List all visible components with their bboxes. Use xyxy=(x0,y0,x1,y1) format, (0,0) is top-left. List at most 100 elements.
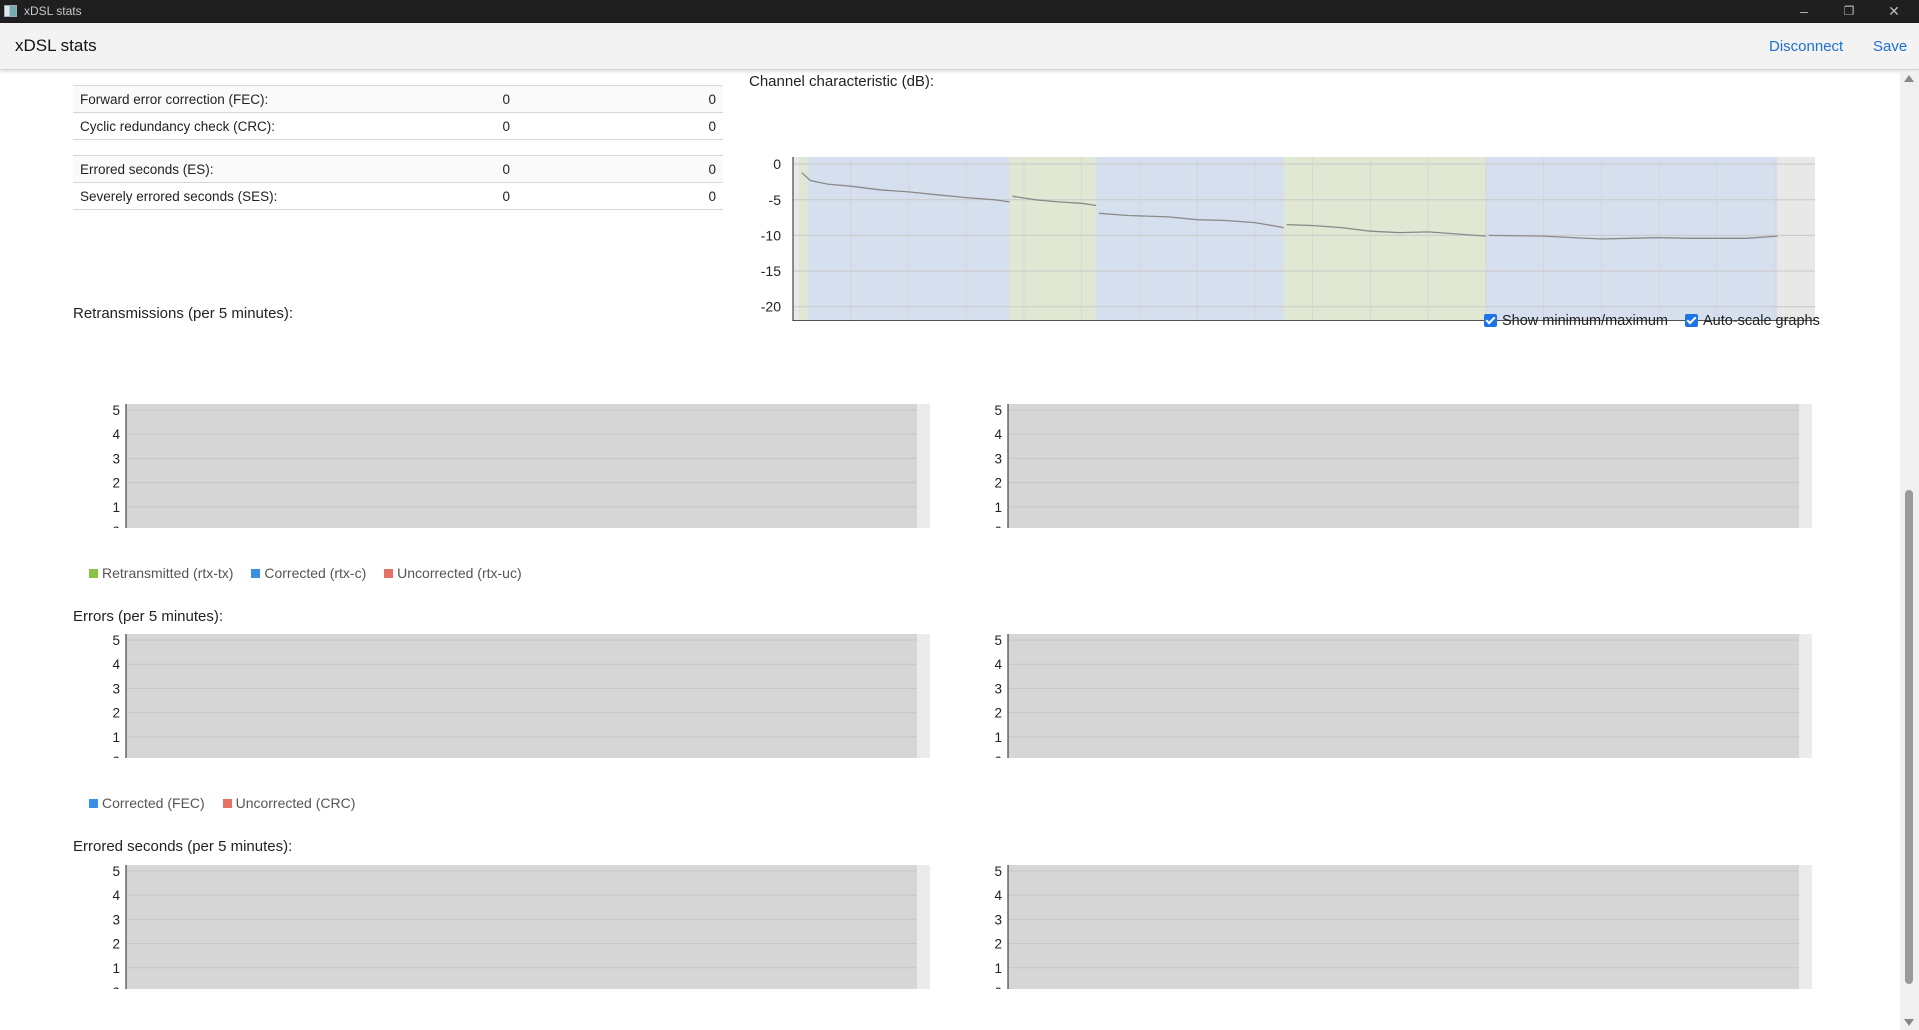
y-tick-label: 0 xyxy=(112,754,120,758)
y-tick-label: 5 xyxy=(994,633,1002,648)
row-label: Cyclic redundancy check (CRC): xyxy=(73,112,450,140)
close-icon[interactable]: ✕ xyxy=(1874,1,1914,22)
legend-label: Corrected (rtx-c) xyxy=(264,565,367,581)
legend-swatch-blue xyxy=(89,799,98,808)
y-tick-label: 0 xyxy=(994,754,1002,758)
y-tick-label: 5 xyxy=(994,403,1002,418)
y-tick-label: 1 xyxy=(112,730,120,745)
es-ses-table: Errored seconds (ES): 0 0 Severely error… xyxy=(73,155,723,210)
y-tick-label: 4 xyxy=(994,657,1002,672)
y-tick-label: 0 xyxy=(994,524,1002,528)
y-tick-label: 0 xyxy=(112,524,120,528)
legend-swatch-red xyxy=(222,799,232,808)
y-tick-label: -20 xyxy=(761,299,781,315)
plot-fill xyxy=(126,865,917,989)
errored-seconds-chart-upstream: 54321024 h22 h20 h18 h16 h14 h12 h10 h8 … xyxy=(994,864,1812,989)
plot-fill xyxy=(126,404,917,528)
y-tick-label: 2 xyxy=(994,476,1002,491)
y-tick-label: 3 xyxy=(112,912,120,927)
legend-label: Uncorrected (rtx-uc) xyxy=(397,565,522,581)
legend-label: Retransmitted (rtx-tx) xyxy=(102,565,234,581)
frequency-band xyxy=(1096,157,1284,321)
y-tick-label: 4 xyxy=(112,888,120,903)
y-tick-label: 1 xyxy=(994,500,1002,515)
row-value: 0 xyxy=(450,112,510,140)
y-tick-label: 3 xyxy=(994,451,1002,466)
frequency-band xyxy=(1485,157,1778,321)
table-row: Severely errored seconds (SES): 0 0 xyxy=(73,182,723,210)
main-content: Forward error correction (FEC): 0 0 Cycl… xyxy=(0,71,1900,1030)
scroll-up-icon[interactable] xyxy=(1904,75,1914,82)
channel-chart-title: Channel characteristic (dB): xyxy=(749,73,935,90)
row-value: 0 xyxy=(510,85,723,113)
frequency-band xyxy=(798,157,808,321)
errors-legend: Corrected (FEC) Uncorrected (CRC) xyxy=(89,795,369,811)
retransmissions-title: Retransmissions (per 5 minutes): xyxy=(73,305,294,322)
disconnect-button[interactable]: Disconnect xyxy=(1769,38,1843,55)
y-tick-label: 5 xyxy=(112,403,120,418)
y-tick-label: 3 xyxy=(112,681,120,696)
plot-fill xyxy=(1008,634,1799,758)
show-minmax-checkbox[interactable]: Show minimum/maximum xyxy=(1484,313,1668,329)
page-title: xDSL stats xyxy=(15,36,97,55)
plot-fill xyxy=(1008,404,1799,528)
y-tick-label: 3 xyxy=(994,681,1002,696)
retransmissions-chart-downstream: 54321024 h22 h20 h18 h16 h14 h12 h10 h8 … xyxy=(112,403,930,528)
y-tick-label: 4 xyxy=(994,888,1002,903)
save-button[interactable]: Save xyxy=(1873,38,1907,55)
scroll-down-icon[interactable] xyxy=(1904,1019,1914,1026)
row-label: Errored seconds (ES): xyxy=(73,155,450,183)
show-minmax-label: Show minimum/maximum xyxy=(1502,313,1668,329)
retransmissions-legend: Retransmitted (rtx-tx) Corrected (rtx-c)… xyxy=(89,565,536,581)
legend-swatch-red xyxy=(384,569,394,578)
errors-chart-downstream: 54321024 h22 h20 h18 h16 h14 h12 h10 h8 … xyxy=(112,633,930,758)
errored-seconds-chart-downstream: 54321024 h22 h20 h18 h16 h14 h12 h10 h8 … xyxy=(112,864,930,989)
errors-chart-upstream: 54321024 h22 h20 h18 h16 h14 h12 h10 h8 … xyxy=(994,633,1812,758)
vertical-scrollbar[interactable] xyxy=(1900,71,1919,1030)
y-tick-label: 1 xyxy=(112,500,120,515)
autoscale-checkbox[interactable]: Auto-scale graphs xyxy=(1685,313,1820,329)
minimize-icon[interactable]: – xyxy=(1784,1,1824,22)
table-row: Errored seconds (ES): 0 0 xyxy=(73,155,723,183)
y-tick-label: 2 xyxy=(994,706,1002,721)
y-tick-label: 1 xyxy=(994,730,1002,745)
y-tick-label: 4 xyxy=(994,427,1002,442)
y-tick-label: 0 xyxy=(112,985,120,989)
y-tick-label: 0 xyxy=(994,985,1002,989)
row-label: Forward error correction (FEC): xyxy=(73,85,450,113)
y-tick-label: 4 xyxy=(112,657,120,672)
legend-item: Corrected (FEC) xyxy=(89,795,205,811)
y-tick-label: -10 xyxy=(761,227,781,243)
plot-fill xyxy=(1008,865,1799,989)
y-tick-label: 2 xyxy=(112,706,120,721)
row-value: 0 xyxy=(510,155,723,183)
window-titlebar: xDSL stats – ❐ ✕ xyxy=(0,0,1919,23)
y-tick-label: -15 xyxy=(761,263,781,279)
y-tick-label: 5 xyxy=(112,864,120,879)
table-row: Cyclic redundancy check (CRC): 0 0 xyxy=(73,112,723,140)
legend-item: Uncorrected (rtx-uc) xyxy=(384,565,522,581)
legend-label: Uncorrected (CRC) xyxy=(235,795,356,811)
legend-item: Corrected (rtx-c) xyxy=(251,565,366,581)
retransmissions-chart-upstream: 54321024 h22 h20 h18 h16 h14 h12 h10 h8 … xyxy=(994,403,1812,528)
scrollbar-thumb[interactable] xyxy=(1905,490,1913,984)
y-tick-label: 2 xyxy=(994,937,1002,952)
y-tick-label: 1 xyxy=(994,961,1002,976)
table-row: Forward error correction (FEC): 0 0 xyxy=(73,85,723,113)
app-icon xyxy=(4,5,17,17)
y-tick-label: 3 xyxy=(994,912,1002,927)
row-label: Severely errored seconds (SES): xyxy=(73,182,450,210)
legend-item: Uncorrected (CRC) xyxy=(222,795,356,811)
row-value: 0 xyxy=(510,182,723,210)
restore-icon[interactable]: ❐ xyxy=(1829,1,1869,22)
y-tick-label: 4 xyxy=(112,427,120,442)
channel-chart: 0-5-10-15-200.01.02.03.04.05.06.07.08.09… xyxy=(761,156,1815,321)
y-tick-label: 2 xyxy=(112,937,120,952)
frequency-band xyxy=(1283,157,1486,321)
legend-item: Retransmitted (rtx-tx) xyxy=(89,565,233,581)
legend-label: Corrected (FEC) xyxy=(102,795,205,811)
window-title: xDSL stats xyxy=(24,4,82,18)
y-tick-label: 1 xyxy=(112,961,120,976)
errored-seconds-title: Errored seconds (per 5 minutes): xyxy=(73,838,293,855)
y-tick-label: 2 xyxy=(112,476,120,491)
